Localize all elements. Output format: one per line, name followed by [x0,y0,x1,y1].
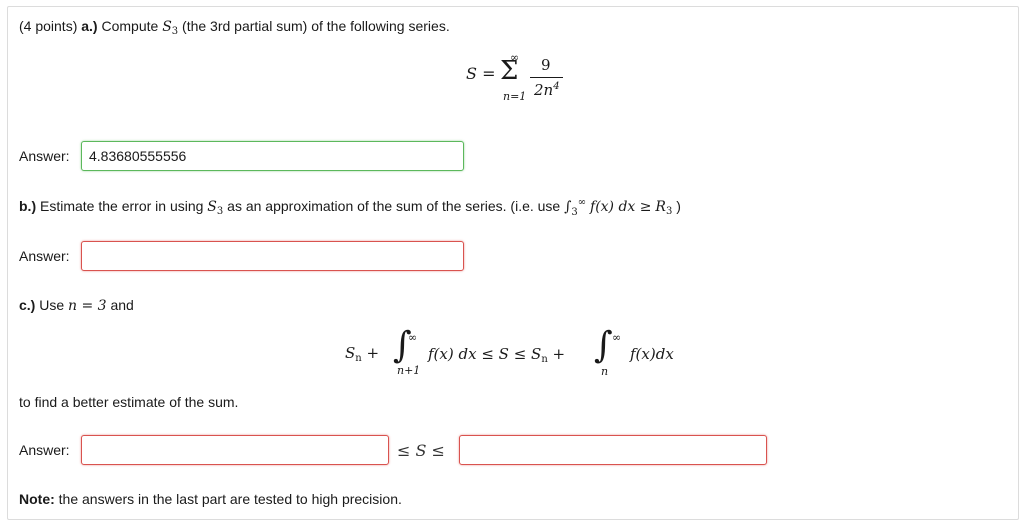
s3-symbol: S3 [162,19,179,37]
part-b-text-1: Estimate the error in using [40,198,204,214]
sigma-symbol: Σ [500,56,519,86]
series-s: S [466,64,477,83]
inequality-left-text: f(x) dx ≤ S ≤ [428,345,527,363]
answer-c-upper-input[interactable] [459,435,767,465]
series-lhs: S = [466,64,495,83]
part-a-prompt: (4 points) a.) Compute S3 (the 3rd parti… [19,18,450,37]
part-a-text-1: Compute [101,18,159,34]
fraction-bar [530,77,563,78]
integral-upper-b: ∞ [577,197,587,208]
part-b-text-2: as an approximation of the sum of the se… [227,198,561,214]
part-c-prompt: c.) Use n = 3 and [19,297,134,314]
answer-a-input[interactable] [81,141,464,171]
answer-b-label: Answer: [19,248,70,264]
note: Note: the answers in the last part are t… [19,491,402,507]
sum-lower-limit: n=1 [503,90,527,103]
integral-upper-left: ∞ [408,331,418,344]
answer-c-lower-input[interactable] [81,435,389,465]
part-b-prompt: b.) Estimate the error in using S3 as an… [19,197,681,218]
inequality-middle: f(x) dx ≤ S ≤ Sn + [428,345,566,365]
points-label: (4 points) [19,18,78,34]
part-c-after-text: to find a better estimate of the sum. [19,394,239,410]
sn-plus-left: Sn + [345,344,380,364]
answer-b-input[interactable] [81,241,464,271]
answer-c-label: Answer: [19,442,70,458]
part-a-label: a.) [81,18,98,34]
note-label: Note: [19,491,55,507]
integral-lower-left: n+1 [397,364,421,377]
integral-upper-right: ∞ [612,331,622,344]
part-a-text-2: (the 3rd partial sum) of the following s… [182,18,450,34]
denominator-exponent: 4 [553,81,560,92]
fraction-numerator: 9 [541,56,551,74]
integral-lower-b: 3 [571,207,578,218]
part-c-text-1: Use [39,297,65,313]
note-text: the answers in the last part are tested … [58,491,402,507]
answer-a-label: Answer: [19,148,70,164]
inequality-right-text: f(x)dx [630,345,674,363]
integral-sign-right: ∫ [594,325,613,366]
between-symbol: ≤ S ≤ [397,441,445,460]
denominator-base: 2n [534,81,554,99]
part-b-label: b.) [19,198,37,214]
part-c-label: c.) [19,297,36,313]
part-c-text-2: and [110,297,134,313]
integral-expression-b: f(x) dx ≥ [590,199,652,215]
series-eq: = [482,64,496,83]
n-equals-3: n = 3 [68,298,107,314]
integral-lower-right: n [601,365,609,378]
part-b-close: ) [676,198,681,214]
s3-symbol-b: S3 [207,199,224,217]
r3-symbol: R3 [655,199,673,217]
fraction-denominator: 2n4 [534,81,560,99]
